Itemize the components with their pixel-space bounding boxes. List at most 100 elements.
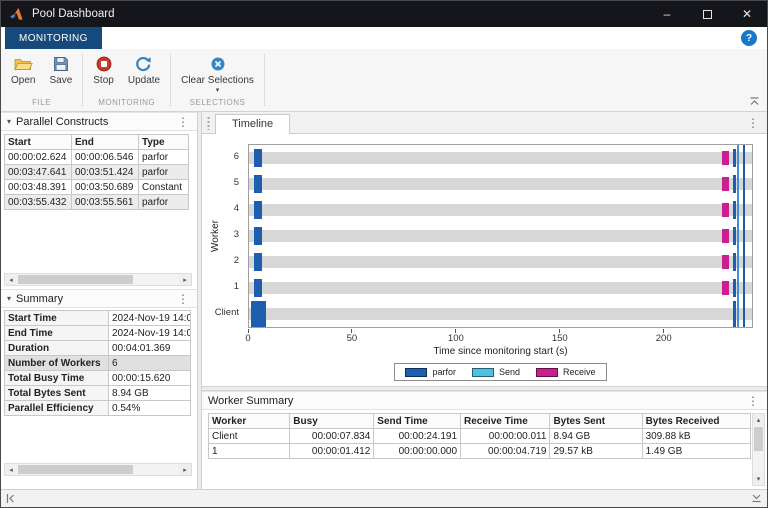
table-row[interactable]: 00:03:48.391 00:03:50.689 Constant: [5, 180, 189, 195]
x-tick-label: 50: [339, 333, 365, 344]
x-tick-label: 200: [651, 333, 677, 344]
y-tick-label: 1: [203, 281, 239, 293]
ribbon-group-file: Open Save FILE: [1, 49, 82, 111]
collapse-bottom-panel-button[interactable]: [751, 494, 762, 503]
scroll-left-icon[interactable]: ◂: [5, 274, 17, 285]
scroll-right-icon[interactable]: ▸: [179, 464, 191, 475]
constructs-menu-button[interactable]: ⋮: [175, 116, 191, 128]
y-tick-label: 5: [203, 177, 239, 189]
clear-selections-button[interactable]: Clear Selections ▾: [178, 53, 257, 95]
col-busy[interactable]: Busy: [290, 414, 374, 429]
table-row[interactable]: End Time 2024-Nov-19 14:04:48.9: [5, 326, 191, 341]
scroll-left-icon[interactable]: ◂: [5, 464, 17, 475]
collapse-down-icon: [751, 494, 762, 503]
save-button[interactable]: Save: [46, 53, 75, 88]
title-bar: Pool Dashboard – ✕: [1, 1, 767, 27]
open-button[interactable]: Open: [8, 53, 38, 88]
stop-icon: [96, 55, 112, 73]
table-row[interactable]: 1 00:00:01.412 00:00:00.000 00:00:04.719…: [209, 444, 751, 459]
constructs-horizontal-scrollbar[interactable]: ◂ ▸: [4, 273, 192, 286]
table-row[interactable]: Number of Workers 6: [5, 356, 191, 371]
summary-horizontal-scrollbar[interactable]: ◂ ▸: [4, 463, 192, 476]
pool-dashboard-window: Pool Dashboard – ✕ MONITORING ? Op: [0, 0, 768, 508]
collapse-left-panel-button[interactable]: [6, 493, 15, 504]
col-type[interactable]: Type: [139, 135, 189, 150]
summary-header[interactable]: ▾ Summary ⋮: [1, 289, 197, 308]
cell: 00:03:50.689: [72, 180, 139, 195]
update-button[interactable]: Update: [125, 53, 163, 88]
table-row[interactable]: Total Busy Time 00:00:15.620: [5, 371, 191, 386]
legend-label: Send: [499, 367, 520, 377]
scrollbar-track: [134, 464, 179, 475]
cell: 00:03:47.641: [5, 165, 72, 180]
worker-summary-vertical-scrollbar[interactable]: ▴ ▾: [752, 413, 765, 486]
close-button[interactable]: ✕: [727, 1, 767, 27]
summary-menu-button[interactable]: ⋮: [175, 293, 191, 305]
timeline-plot[interactable]: [248, 144, 753, 328]
collapse-section-icon[interactable]: ▾: [7, 294, 11, 303]
table-row[interactable]: 00:03:55.432 00:03:55.561 parfor: [5, 195, 189, 210]
legend-swatch-send: [472, 368, 494, 377]
col-bytes-received[interactable]: Bytes Received: [642, 414, 750, 429]
minimize-button[interactable]: –: [647, 1, 687, 27]
cell: parfor: [139, 195, 189, 210]
cell: 00:03:51.424: [72, 165, 139, 180]
y-tick-label: 6: [203, 151, 239, 163]
col-worker[interactable]: Worker: [209, 414, 290, 429]
scrollbar-thumb[interactable]: [754, 427, 763, 451]
group-label-monitoring: MONITORING: [90, 95, 163, 111]
y-tick-label: 2: [203, 255, 239, 267]
table-row[interactable]: Parallel Efficiency 0.54%: [5, 401, 191, 416]
worker-summary-table: Worker Busy Send Time Receive Time Bytes…: [208, 413, 751, 459]
cell: 8.94 GB: [550, 429, 642, 444]
x-axis-title: Time since monitoring start (s): [248, 346, 753, 357]
worker-summary-header[interactable]: Worker Summary ⋮: [202, 391, 767, 410]
scrollbar-thumb[interactable]: [18, 275, 133, 284]
table-row[interactable]: 00:00:02.624 00:00:06.546 parfor: [5, 150, 189, 165]
summary-label: Parallel Efficiency: [5, 401, 109, 416]
collapse-ribbon-button[interactable]: [749, 97, 760, 106]
col-send-time[interactable]: Send Time: [374, 414, 461, 429]
ribbon-group-selections: Clear Selections ▾ SELECTIONS: [171, 49, 264, 111]
summary-table: Start Time 2024-Nov-19 14:00:47.5 End Ti…: [4, 310, 191, 416]
constructs-table-area: Start End Type 00:00:02.624 00:00:06.546…: [1, 131, 197, 273]
left-panel-bottom-pad: [1, 479, 197, 489]
ribbon-tab-strip: MONITORING ?: [1, 27, 767, 49]
ribbon-group-monitoring: Stop Update MONITORING: [83, 49, 170, 111]
panel-drag-handle-icon[interactable]: [206, 116, 211, 130]
cell: 00:00:07.834: [290, 429, 374, 444]
tab-timeline[interactable]: Timeline: [215, 114, 290, 134]
cell: 1: [209, 444, 290, 459]
scroll-down-icon[interactable]: ▾: [753, 473, 764, 485]
tab-monitoring[interactable]: MONITORING: [5, 27, 102, 49]
col-receive-time[interactable]: Receive Time: [461, 414, 550, 429]
table-row[interactable]: Client 00:00:07.834 00:00:24.191 00:00:0…: [209, 429, 751, 444]
table-row[interactable]: Total Bytes Sent 8.94 GB: [5, 386, 191, 401]
summary-value: 2024-Nov-19 14:00:47.5: [109, 311, 191, 326]
col-bytes-sent[interactable]: Bytes Sent: [550, 414, 642, 429]
table-row[interactable]: Duration 00:04:01.369: [5, 341, 191, 356]
collapse-section-icon[interactable]: ▾: [7, 117, 11, 126]
cell: 00:00:06.546: [72, 150, 139, 165]
timeline-menu-button[interactable]: ⋮: [745, 117, 761, 129]
table-header-row: Start End Type: [5, 135, 189, 150]
maximize-button[interactable]: [687, 1, 727, 27]
legend-swatch-parfor: [405, 368, 427, 377]
collapse-ribbon-icon: [749, 97, 760, 106]
cell: 00:00:24.191: [374, 429, 461, 444]
scroll-up-icon[interactable]: ▴: [753, 414, 764, 426]
scrollbar-thumb[interactable]: [18, 465, 133, 474]
scroll-right-icon[interactable]: ▸: [179, 274, 191, 285]
col-start[interactable]: Start: [5, 135, 72, 150]
help-button[interactable]: ?: [741, 30, 757, 46]
stop-button[interactable]: Stop: [90, 53, 117, 88]
worker-summary-menu-button[interactable]: ⋮: [745, 395, 761, 407]
col-end[interactable]: End: [72, 135, 139, 150]
parallel-constructs-header[interactable]: ▾ Parallel Constructs ⋮: [1, 112, 197, 131]
cell: parfor: [139, 150, 189, 165]
parallel-constructs-title: Parallel Constructs: [16, 116, 108, 128]
table-row[interactable]: 00:03:47.641 00:03:51.424 parfor: [5, 165, 189, 180]
cell: 00:00:02.624: [5, 150, 72, 165]
table-row[interactable]: Start Time 2024-Nov-19 14:00:47.5: [5, 311, 191, 326]
summary-value: 6: [109, 356, 191, 371]
